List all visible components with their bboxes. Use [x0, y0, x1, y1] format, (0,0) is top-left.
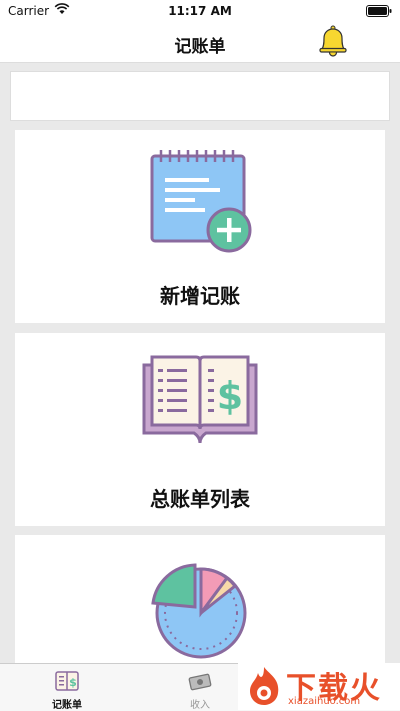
- tab-bills[interactable]: $ 记账单: [17, 664, 117, 711]
- notebook-icon: $: [54, 670, 80, 696]
- card-add-record-label: 新增记账: [160, 284, 240, 308]
- clock: 11:17 AM: [168, 4, 232, 18]
- watermark: 下载火 xiazaihuo.com: [238, 663, 400, 710]
- battery-icon: [366, 5, 392, 20]
- bell-icon[interactable]: [316, 24, 350, 58]
- ledger-book-icon: $: [142, 355, 258, 444]
- card-ledger-list-label: 总账单列表: [150, 487, 250, 511]
- svg-text:$: $: [69, 676, 77, 689]
- flame-logo-icon: [244, 665, 284, 711]
- card-statistics[interactable]: [15, 535, 385, 663]
- tab-income[interactable]: 收入: [150, 664, 250, 711]
- money-icon: [188, 670, 212, 696]
- svg-text:$: $: [217, 374, 243, 418]
- card-add-record[interactable]: 新增记账: [15, 130, 385, 323]
- navigation-bar: 记账单: [0, 22, 400, 63]
- main-content: 新增记账 $ 总账单列表: [0, 63, 400, 663]
- status-bar: Carrier 11:17 AM: [0, 0, 400, 22]
- add-notebook-icon: [150, 150, 252, 253]
- banner-area: [10, 71, 390, 121]
- tab-bills-label: 记账单: [52, 700, 82, 711]
- tab-income-label: 收入: [190, 700, 210, 711]
- watermark-url: xiazaihuo.com: [288, 696, 361, 707]
- card-ledger-list[interactable]: $ 总账单列表: [15, 333, 385, 526]
- pie-chart-icon: [151, 563, 247, 659]
